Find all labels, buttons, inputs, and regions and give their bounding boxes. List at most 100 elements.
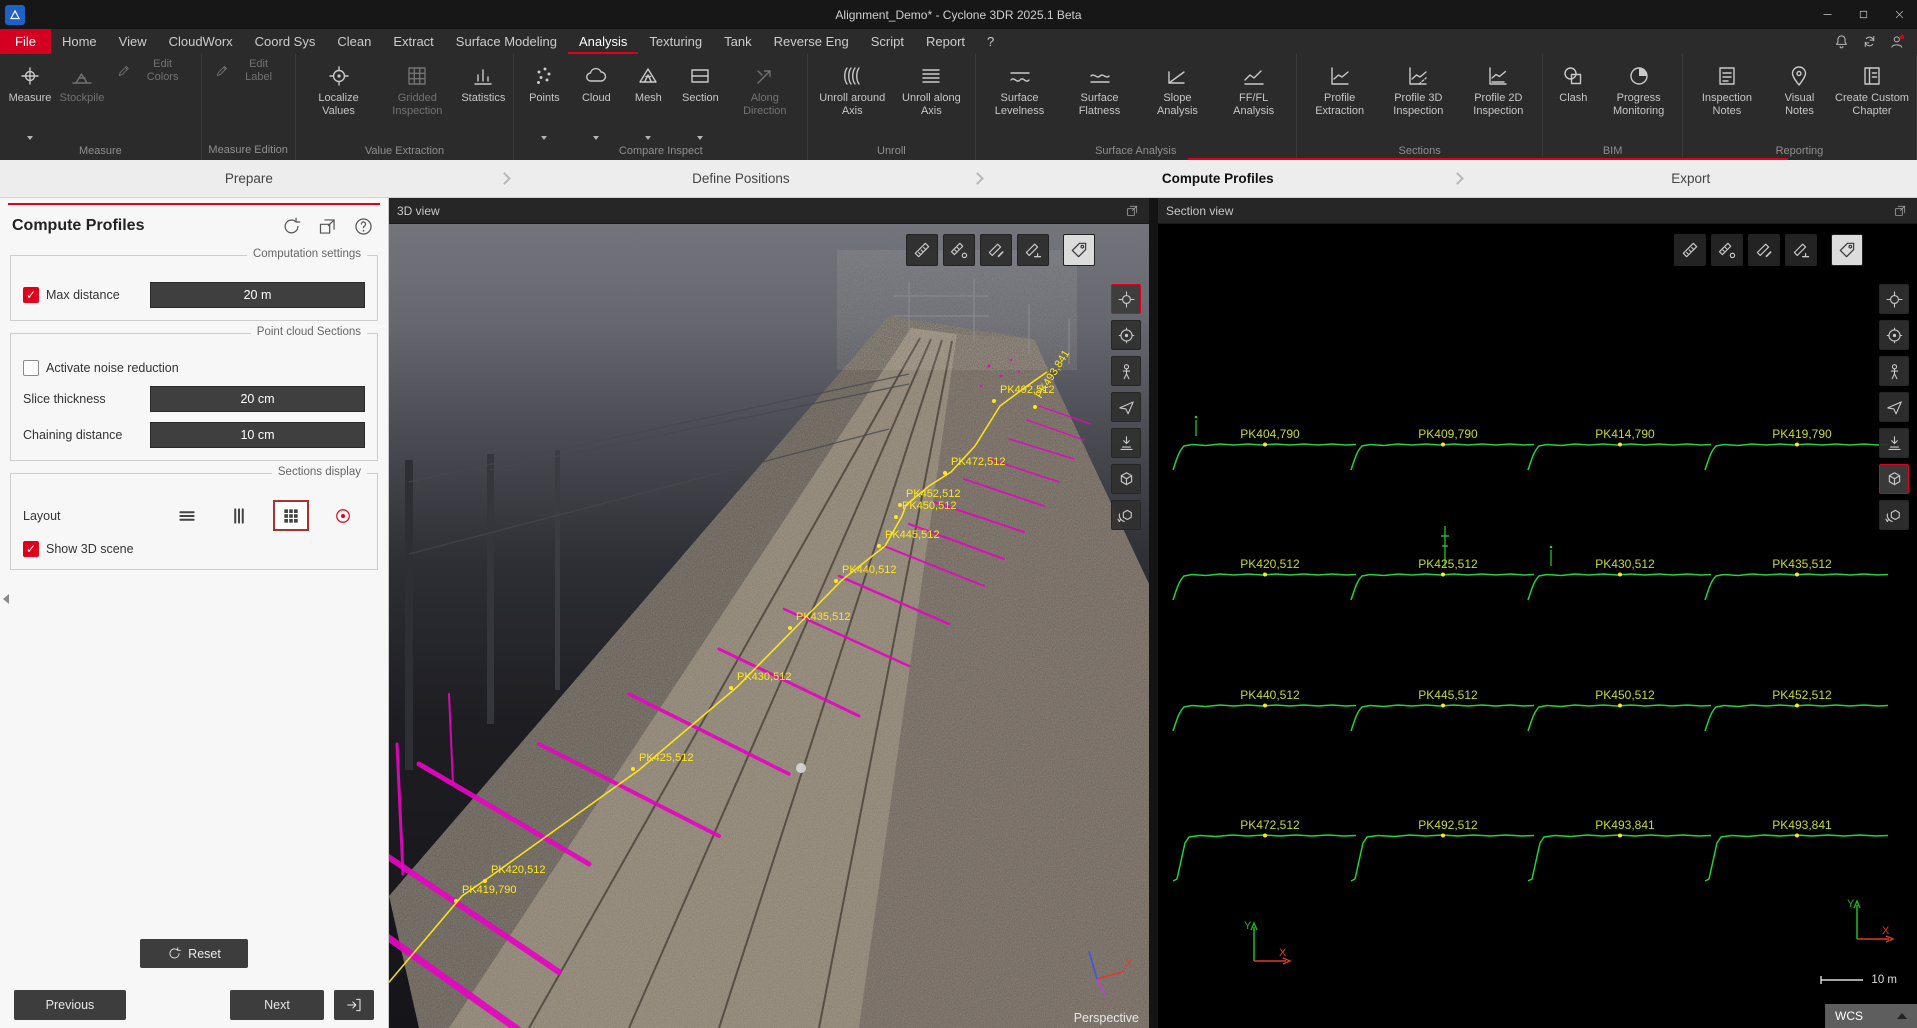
menu-analysis[interactable]: Analysis bbox=[568, 29, 638, 54]
menu-home[interactable]: Home bbox=[51, 29, 108, 54]
3d-center-target-button[interactable] bbox=[1111, 320, 1141, 350]
menu-tank[interactable]: Tank bbox=[713, 29, 762, 54]
ribbon-tool-cloud[interactable]: Cloud bbox=[570, 56, 622, 142]
section-measure-distance-multi-button[interactable] bbox=[1711, 234, 1743, 266]
3d-label-tag-button[interactable] bbox=[1063, 234, 1095, 266]
ribbon-tool-visual-notes[interactable]: Visual Notes bbox=[1767, 56, 1832, 142]
reset-button[interactable]: Reset bbox=[140, 939, 248, 968]
section-measure-distance-button[interactable] bbox=[1674, 234, 1706, 266]
max-distance-input[interactable] bbox=[150, 282, 365, 308]
3d-orbit-button[interactable] bbox=[1111, 284, 1141, 314]
ribbon-tool-points[interactable]: Points bbox=[518, 56, 570, 142]
ribbon-tool-inspection-notes[interactable]: Inspection Notes bbox=[1687, 56, 1767, 142]
menu-surface-modeling[interactable]: Surface Modeling bbox=[445, 29, 568, 54]
menu-cloudworx[interactable]: CloudWorx bbox=[158, 29, 244, 54]
menu-clean[interactable]: Clean bbox=[326, 29, 382, 54]
wizard-step-compute-profiles[interactable]: Compute Profiles bbox=[984, 160, 1451, 197]
wizard-step-export[interactable]: Export bbox=[1464, 160, 1917, 197]
ribbon-tool-ff-fl-analysis[interactable]: FF/FL Analysis bbox=[1215, 56, 1292, 142]
show-3d-scene-checkbox[interactable] bbox=[23, 541, 39, 557]
section-cell[interactable]: PK445,512 bbox=[1351, 688, 1534, 731]
section-plumb-view-button[interactable] bbox=[1879, 428, 1909, 458]
ribbon-tool-localize-values[interactable]: Localize Values bbox=[300, 56, 378, 142]
detach-panel-button[interactable] bbox=[314, 213, 340, 239]
ribbon-tool-profile-2d-inspection[interactable]: Profile 2D Inspection bbox=[1458, 56, 1538, 142]
ribbon-tool-profile-extraction[interactable]: Profile Extraction bbox=[1301, 56, 1378, 142]
wizard-step-define-positions[interactable]: Define Positions bbox=[511, 160, 971, 197]
layout-polar-button[interactable] bbox=[325, 500, 361, 531]
section-cell[interactable]: PK440,512 bbox=[1173, 688, 1356, 731]
minimize-button[interactable] bbox=[1809, 0, 1845, 29]
previous-button[interactable]: Previous bbox=[14, 990, 126, 1020]
menu-help[interactable]: ? bbox=[976, 29, 1005, 54]
ribbon-tool-surface-levelness[interactable]: Surface Levelness bbox=[980, 56, 1060, 142]
3d-measure-distance-multi-button[interactable] bbox=[943, 234, 975, 266]
section-cell[interactable]: PK492,512 bbox=[1351, 818, 1534, 881]
menu-script[interactable]: Script bbox=[860, 29, 915, 54]
ribbon-tool-profile-3d-inspection[interactable]: Profile 3D Inspection bbox=[1378, 56, 1458, 142]
ribbon-tool-statistics[interactable]: Statistics bbox=[457, 56, 509, 142]
layout-columns-button[interactable] bbox=[221, 500, 257, 531]
section-cell[interactable]: PK414,790 bbox=[1528, 427, 1711, 470]
ribbon-tool-gridded-inspection[interactable]: Gridded Inspection bbox=[377, 56, 457, 142]
section-cell[interactable]: PK493,841 bbox=[1705, 818, 1888, 881]
3d-fly-mode-button[interactable] bbox=[1111, 392, 1141, 422]
chaining-distance-input[interactable] bbox=[150, 422, 365, 448]
menu-file[interactable]: File bbox=[0, 29, 51, 54]
ribbon-tool-edit-label[interactable]: Edit Label bbox=[206, 59, 291, 83]
section-view-cube-button[interactable] bbox=[1879, 464, 1909, 494]
wcs-selector[interactable]: WCS bbox=[1825, 1004, 1917, 1028]
section-center-target-button[interactable] bbox=[1879, 320, 1909, 350]
ribbon-tool-measure[interactable]: Measure bbox=[4, 56, 56, 142]
popout-section-view-button[interactable] bbox=[1891, 202, 1909, 220]
3d-walkthrough-button[interactable] bbox=[1111, 356, 1141, 386]
collapse-panel-handle[interactable] bbox=[0, 586, 12, 612]
3d-plumb-view-button[interactable] bbox=[1111, 428, 1141, 458]
projection-label[interactable]: Perspective bbox=[1074, 1011, 1139, 1025]
ribbon-tool-slope-analysis[interactable]: Slope Analysis bbox=[1140, 56, 1216, 142]
layout-grid-button[interactable] bbox=[273, 500, 309, 531]
section-cell[interactable]: PK430,512 bbox=[1528, 546, 1711, 600]
slice-thickness-input[interactable] bbox=[150, 386, 365, 412]
ribbon-tool-clash[interactable]: Clash bbox=[1547, 56, 1599, 142]
menu-view[interactable]: View bbox=[108, 29, 158, 54]
ribbon-tool-unroll-along-axis[interactable]: Unroll along Axis bbox=[892, 56, 970, 142]
section-label-tag-button[interactable] bbox=[1831, 234, 1863, 266]
popout-3d-view-button[interactable] bbox=[1123, 202, 1141, 220]
ribbon-tool-create-custom-chapter[interactable]: Create Custom Chapter bbox=[1832, 56, 1912, 142]
section-cell[interactable]: PK450,512 bbox=[1528, 688, 1711, 731]
app-icon[interactable] bbox=[5, 5, 25, 25]
close-button[interactable] bbox=[1881, 0, 1917, 29]
3d-rotate-view-button[interactable] bbox=[1111, 500, 1141, 530]
3d-measure-annotate-button[interactable] bbox=[980, 234, 1012, 266]
wizard-step-prepare[interactable]: Prepare bbox=[0, 160, 498, 197]
noise-checkbox[interactable] bbox=[23, 360, 39, 376]
section-cell[interactable]: PK472,512 bbox=[1173, 818, 1356, 881]
section-measure-annotate-button[interactable] bbox=[1748, 234, 1780, 266]
section-cell[interactable]: PK452,512 bbox=[1705, 688, 1888, 731]
section-viewport[interactable]: PK404,790PK409,790PK414,790PK419,790PK42… bbox=[1158, 224, 1917, 1028]
ribbon-tool-surface-flatness[interactable]: Surface Flatness bbox=[1060, 56, 1140, 142]
section-measure-annotate-multi-button[interactable] bbox=[1785, 234, 1817, 266]
menu-extract[interactable]: Extract bbox=[382, 29, 444, 54]
3d-measure-annotate-multi-button[interactable] bbox=[1017, 234, 1049, 266]
ribbon-tool-section[interactable]: Section bbox=[674, 56, 726, 142]
section-cell[interactable]: PK425,512 bbox=[1351, 526, 1534, 600]
account-button[interactable] bbox=[1885, 30, 1909, 54]
section-walkthrough-button[interactable] bbox=[1879, 356, 1909, 386]
3d-view-cube-button[interactable] bbox=[1111, 464, 1141, 494]
3d-measure-distance-button[interactable] bbox=[906, 234, 938, 266]
section-orbit-button[interactable] bbox=[1879, 284, 1909, 314]
next-button[interactable]: Next bbox=[230, 990, 324, 1020]
section-cell[interactable]: PK435,512 bbox=[1705, 557, 1888, 600]
maximize-button[interactable] bbox=[1845, 0, 1881, 29]
reset-parameters-button[interactable] bbox=[278, 213, 304, 239]
ribbon-tool-stockpile[interactable]: Stockpile bbox=[56, 56, 108, 142]
ribbon-tool-progress-monitoring[interactable]: Progress Monitoring bbox=[1599, 56, 1678, 142]
skip-to-export-button[interactable] bbox=[334, 990, 374, 1020]
menu-report[interactable]: Report bbox=[915, 29, 976, 54]
menu-reverse-eng[interactable]: Reverse Eng bbox=[763, 29, 860, 54]
help-button[interactable] bbox=[350, 213, 376, 239]
section-fly-mode-button[interactable] bbox=[1879, 392, 1909, 422]
ribbon-tool-unroll-around-axis[interactable]: Unroll around Axis bbox=[812, 56, 892, 142]
